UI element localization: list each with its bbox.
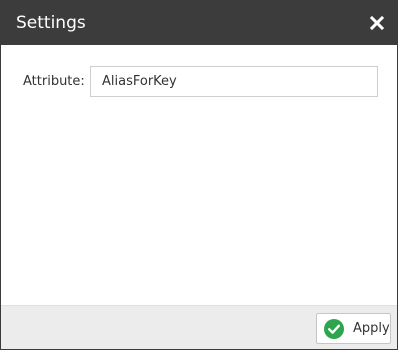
attribute-label: Attribute: — [23, 74, 85, 89]
attribute-input[interactable] — [90, 66, 378, 97]
settings-dialog: Settings Attribute: Apply — [0, 0, 398, 350]
apply-button[interactable]: Apply — [316, 313, 391, 344]
check-circle-icon — [324, 318, 344, 339]
apply-label: Apply — [353, 321, 390, 336]
dialog-title: Settings — [16, 13, 86, 33]
close-icon — [370, 16, 384, 30]
dialog-footer: Apply — [1, 305, 397, 349]
dialog-body: Attribute: — [1, 45, 397, 305]
dialog-titlebar: Settings — [1, 1, 397, 45]
close-button[interactable] — [366, 12, 388, 34]
